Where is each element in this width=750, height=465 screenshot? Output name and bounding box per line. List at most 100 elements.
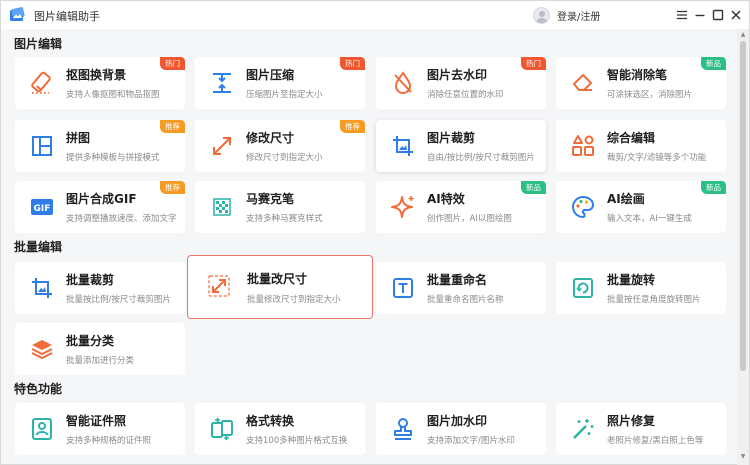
card-batch-classify[interactable]: 批量分类 批量添加进行分类 bbox=[15, 323, 185, 375]
minimize-button[interactable] bbox=[692, 7, 708, 23]
mosaic-icon bbox=[213, 198, 231, 216]
eraser-icon bbox=[31, 71, 51, 94]
card-format[interactable]: 格式转换 支持100多种图片格式互换 bbox=[195, 403, 365, 455]
card-cutout[interactable]: 抠图换背景 支持人像抠图和物品抠图 热门 bbox=[15, 57, 185, 109]
text-icon bbox=[393, 278, 413, 298]
magic-wand-icon bbox=[573, 419, 594, 439]
card-resize[interactable]: 修改尺寸 修改尺寸到指定大小 推荐 bbox=[195, 120, 365, 172]
palette-icon bbox=[572, 195, 595, 219]
id-photo-icon bbox=[32, 418, 52, 440]
scroll-up-icon[interactable]: ▲ bbox=[739, 31, 747, 39]
card-id-photo[interactable]: 智能证件照 支持多种规格的证件照 bbox=[15, 403, 185, 455]
card-title: 图片裁剪 bbox=[427, 131, 476, 145]
close-icon bbox=[731, 10, 741, 20]
login-button[interactable]: 登录/注册 bbox=[533, 5, 600, 25]
card-desc: 支持多种马赛克样式 bbox=[246, 214, 323, 224]
card-desc: 支持人像抠图和物品抠图 bbox=[66, 90, 160, 100]
section-title-special: 特色功能 bbox=[14, 382, 63, 396]
scroll-thumb[interactable] bbox=[740, 41, 746, 371]
card-desc: 支持添加文字/图片水印 bbox=[427, 436, 515, 446]
drop-icon bbox=[394, 71, 412, 94]
scroll-down-icon[interactable]: ▼ bbox=[739, 453, 747, 461]
svg-text:GIF: GIF bbox=[34, 204, 51, 214]
card-comprehensive[interactable]: 综合编辑 裁剪/文字/滤镜等多个功能 bbox=[556, 120, 726, 172]
resize-icon bbox=[213, 137, 231, 155]
card-title: 照片修复 bbox=[607, 414, 656, 428]
vertical-scrollbar[interactable]: ▲ ▼ bbox=[737, 29, 749, 465]
card-desc: 批量修改尺寸到指定大小 bbox=[247, 295, 341, 305]
menu-button[interactable] bbox=[674, 7, 690, 23]
card-desc: 批量按任意角度旋转图片 bbox=[607, 295, 701, 305]
card-title: 抠图换背景 bbox=[66, 68, 127, 82]
close-button[interactable] bbox=[728, 7, 744, 23]
minimize-icon bbox=[695, 14, 705, 17]
card-batch-crop[interactable]: 批量裁剪 批量按比例/按尺寸裁剪图片 bbox=[15, 262, 185, 314]
card-desc: 消除任意位置的水印 bbox=[427, 90, 504, 100]
compress-icon bbox=[213, 73, 231, 93]
card-crop[interactable]: 图片裁剪 自由/按比例/按尺寸裁剪图片 bbox=[376, 120, 546, 172]
card-desc: 批量添加进行分类 bbox=[66, 356, 135, 366]
gif-icon: GIF bbox=[31, 199, 53, 215]
card-ai-effect[interactable]: AI特效 创作图片，AI以图绘图 新品 bbox=[376, 181, 546, 233]
card-desc: 修改尺寸到指定大小 bbox=[246, 153, 323, 163]
card-title: 图片合成GIF bbox=[66, 192, 137, 206]
hot-badge: 热门 bbox=[521, 57, 546, 70]
hot-badge: 热门 bbox=[160, 57, 185, 70]
card-title: 智能消除笔 bbox=[607, 68, 668, 82]
avatar-icon bbox=[533, 6, 550, 24]
card-desc: 老照片修复/黑白照上色等 bbox=[607, 436, 704, 446]
card-mosaic[interactable]: 马赛克笔 支持多种马赛克样式 bbox=[195, 181, 365, 233]
stamp-icon bbox=[394, 418, 412, 440]
card-repair[interactable]: 照片修复 老照片修复/黑白照上色等 bbox=[556, 403, 726, 455]
card-title: 智能证件照 bbox=[66, 414, 127, 428]
section-title-batch: 批量编辑 bbox=[14, 240, 63, 254]
card-batch-rename[interactable]: 批量重命名 批量重命名图片名称 bbox=[376, 262, 546, 314]
card-title: 格式转换 bbox=[246, 414, 295, 428]
sparkle-icon bbox=[391, 196, 414, 218]
new-badge: 新品 bbox=[521, 181, 546, 194]
card-title: 批量分类 bbox=[66, 334, 115, 348]
card-compress[interactable]: 图片压缩 压缩图片至指定大小 热门 bbox=[195, 57, 365, 109]
main-content: 图片编辑 抠图换背景 支持人像抠图和物品抠图 热门 图片压缩 压缩图片至指定大小… bbox=[1, 29, 737, 465]
card-title: 批量改尺寸 bbox=[247, 272, 308, 286]
card-title: 批量裁剪 bbox=[66, 273, 115, 287]
card-add-watermark[interactable]: 图片加水印 支持添加文字/图片水印 bbox=[376, 403, 546, 455]
maximize-icon bbox=[712, 9, 724, 21]
maximize-button[interactable] bbox=[710, 7, 726, 23]
card-title: 图片加水印 bbox=[427, 414, 488, 428]
card-title: AI特效 bbox=[427, 192, 465, 206]
card-batch-rotate[interactable]: 批量旋转 批量按任意角度旋转图片 bbox=[556, 262, 726, 314]
card-desc: 支持多种规格的证件照 bbox=[66, 436, 152, 446]
title-bar: 图片编辑助手 登录/注册 bbox=[1, 1, 749, 29]
new-badge: 新品 bbox=[701, 181, 726, 194]
card-ai-paint[interactable]: AI绘画 输入文本，AI一键生成 新品 bbox=[556, 181, 726, 233]
new-badge: 新品 bbox=[701, 57, 726, 70]
card-desc: 输入文本，AI一键生成 bbox=[607, 214, 692, 224]
card-title: 综合编辑 bbox=[607, 131, 656, 145]
card-collage[interactable]: 拼图 提供多种模板与拼接模式 推荐 bbox=[15, 120, 185, 172]
card-batch-resize[interactable]: 批量改尺寸 批量修改尺寸到指定大小 bbox=[187, 255, 373, 319]
login-label: 登录/注册 bbox=[557, 11, 601, 23]
card-desc: 自由/按比例/按尺寸裁剪图片 bbox=[427, 153, 535, 163]
card-desc: 支持100多种图片格式互换 bbox=[246, 436, 348, 446]
card-title: 图片压缩 bbox=[246, 68, 295, 82]
card-desc: 批量重命名图片名称 bbox=[427, 295, 504, 305]
card-smart-erase[interactable]: 智能消除笔 可涂抹选区，消除图片 新品 bbox=[556, 57, 726, 109]
card-watermark-remove[interactable]: 图片去水印 消除任意位置的水印 热门 bbox=[376, 57, 546, 109]
app-window: 图片编辑助手 登录/注册 图片编辑 抠图换背景 支持人像抠图和物品抠图 热门 图… bbox=[0, 0, 750, 465]
card-desc: 可涂抹选区，消除图片 bbox=[607, 90, 693, 100]
app-title: 图片编辑助手 bbox=[34, 10, 100, 23]
card-desc: 提供多种模板与拼接模式 bbox=[66, 153, 160, 163]
card-title: 马赛克笔 bbox=[246, 192, 295, 206]
rotate-icon bbox=[573, 278, 593, 298]
convert-icon bbox=[211, 417, 233, 441]
recommend-badge: 推荐 bbox=[160, 181, 185, 194]
recommend-badge: 推荐 bbox=[160, 120, 185, 133]
card-title: 批量重命名 bbox=[427, 273, 488, 287]
card-desc: 批量按比例/按尺寸裁剪图片 bbox=[66, 295, 171, 305]
menu-icon bbox=[677, 10, 687, 20]
card-title: AI绘画 bbox=[607, 192, 645, 206]
card-gif[interactable]: GIF 图片合成GIF 支持调整播放速度、添加文字 推荐 bbox=[15, 181, 185, 233]
recommend-badge: 推荐 bbox=[340, 120, 365, 133]
shapes-icon bbox=[572, 135, 594, 156]
